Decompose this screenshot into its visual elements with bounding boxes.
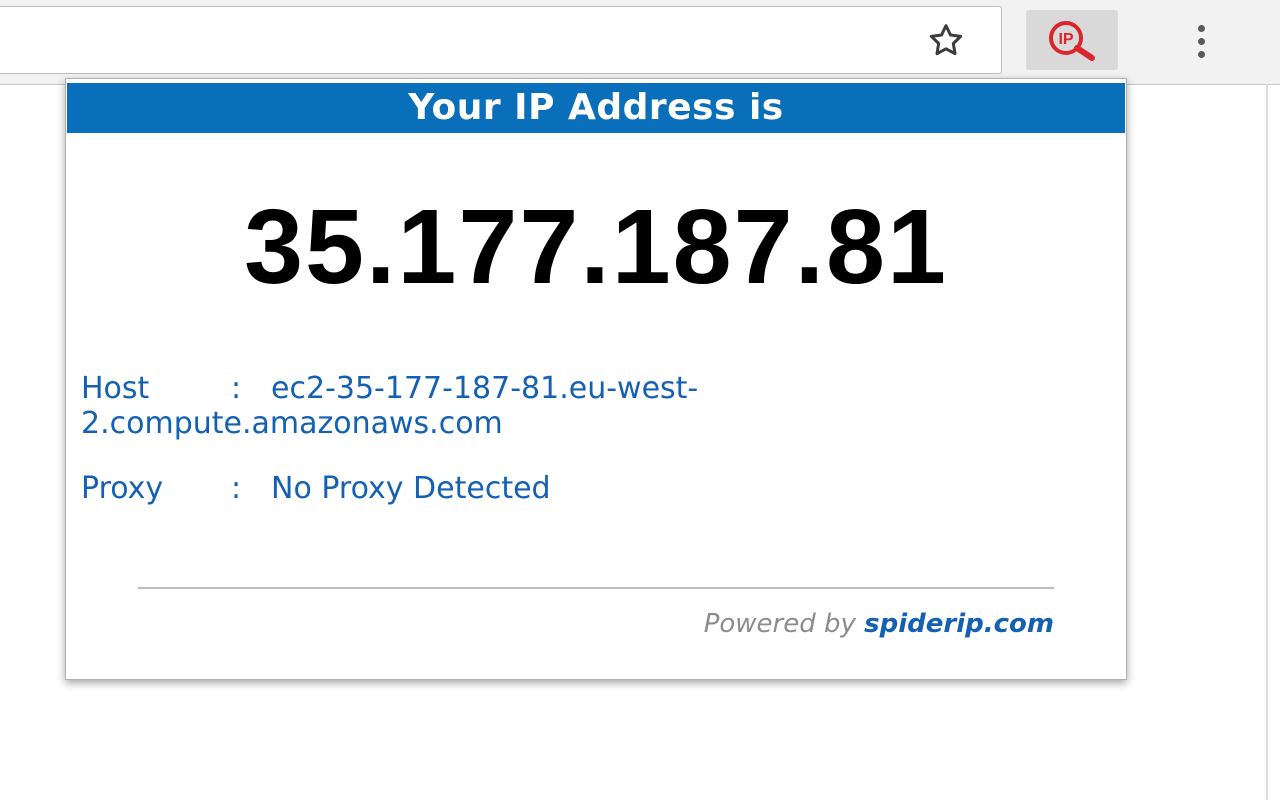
powered-by-footer: Powered by spiderip.com <box>704 609 1054 639</box>
popup-header-title: Your IP Address is <box>67 83 1125 133</box>
host-label: Host <box>81 371 150 406</box>
host-separator: : <box>231 371 242 406</box>
address-bar[interactable] <box>0 6 1002 74</box>
browser-toolbar: IP <box>0 0 1280 85</box>
ip-magnifier-icon: IP <box>1049 21 1095 61</box>
ip-extension-button[interactable]: IP <box>1026 10 1118 70</box>
proxy-info-row: Proxy: No Proxy Detected <box>81 471 841 506</box>
svg-text:IP: IP <box>1058 31 1073 48</box>
ip-address-value: 35.177.187.81 <box>244 188 948 306</box>
spiderip-link[interactable]: spiderip.com <box>864 609 1054 639</box>
ip-popup: Your IP Address is 35.177.187.81 Host: ec… <box>65 78 1127 680</box>
footer-divider <box>138 587 1054 589</box>
host-info-row: Host: ec2-35-177-187-81.eu-west-2.compute… <box>81 371 841 441</box>
proxy-label: Proxy <box>81 471 164 506</box>
page-edge-divider <box>1266 84 1268 800</box>
kebab-menu-icon[interactable] <box>1184 18 1218 64</box>
proxy-separator: : <box>231 471 242 506</box>
proxy-value: No Proxy Detected <box>271 471 551 506</box>
bookmark-star-icon[interactable] <box>918 18 974 64</box>
powered-by-text: Powered by <box>703 609 856 639</box>
